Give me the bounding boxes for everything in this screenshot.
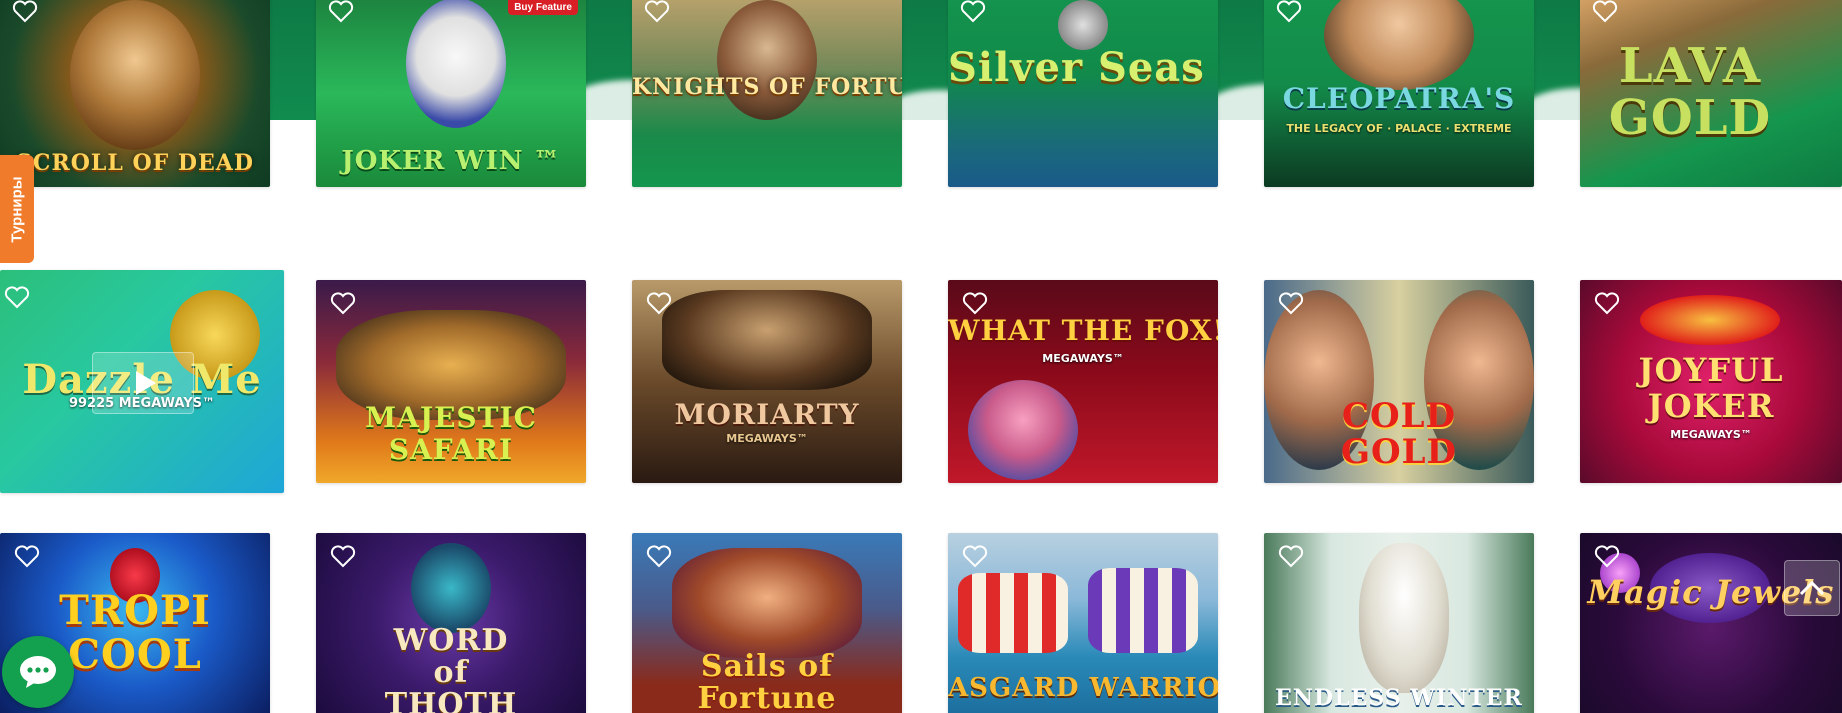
- favorite-heart-icon[interactable]: [962, 545, 988, 569]
- game-character: [406, 0, 506, 128]
- favorite-heart-icon[interactable]: [328, 0, 354, 24]
- chat-bubble-icon: [20, 656, 56, 688]
- chevron-up-icon: [1799, 580, 1825, 596]
- game-title: Silver Seas ™: [948, 44, 1218, 91]
- favorite-heart-icon[interactable]: [1278, 292, 1304, 316]
- game-title: Sails of Fortune: [697, 649, 837, 713]
- game-title: MAJESTIC SAFARI: [365, 401, 537, 466]
- game-jester-hat: [1640, 295, 1780, 345]
- game-title: WORD of THOTH: [384, 623, 518, 713]
- favorite-heart-icon[interactable]: [1278, 545, 1304, 569]
- favorite-heart-icon[interactable]: [4, 286, 30, 310]
- game-tile-silver-seas[interactable]: Silver Seas ™: [948, 0, 1218, 187]
- game-emblem: [1058, 0, 1108, 50]
- game-subtitle: MEGAWAYS™: [1042, 352, 1124, 365]
- game-title: JOKER WIN ™: [341, 146, 561, 176]
- game-polar-bear: [1359, 543, 1449, 693]
- play-button[interactable]: [92, 351, 194, 414]
- game-tile-sails-of-fortune[interactable]: Sails of Fortune: [632, 533, 902, 713]
- scroll-to-top-button[interactable]: [1784, 560, 1840, 616]
- game-pirate-characters: [672, 548, 862, 658]
- favorite-heart-icon[interactable]: [646, 292, 672, 316]
- game-tile-lava-gold[interactable]: LAVA GOLD: [1580, 0, 1842, 187]
- favorite-heart-icon[interactable]: [12, 0, 38, 24]
- favorite-heart-icon[interactable]: [646, 545, 672, 569]
- game-subtitle: MEGAWAYS™: [1670, 428, 1752, 441]
- favorite-heart-icon[interactable]: [1594, 545, 1620, 569]
- game-tile-majestic-safari[interactable]: MAJESTIC SAFARI: [316, 280, 586, 483]
- game-tile-moriarty-megaways[interactable]: MORIARTY MEGAWAYS™: [632, 280, 902, 483]
- game-tile-cold-gold[interactable]: COLD GOLD: [1264, 280, 1534, 483]
- games-page: SCROLL OF DEAD Buy Feature JOKER WIN ™ K…: [0, 0, 1842, 713]
- favorite-heart-icon[interactable]: [962, 292, 988, 316]
- game-character: [70, 0, 200, 150]
- game-title: ASGARD WARRIORS: [948, 673, 1218, 703]
- game-title: MORIARTY: [674, 398, 860, 431]
- game-tile-joker-win[interactable]: Buy Feature JOKER WIN ™: [316, 0, 586, 187]
- game-tile-what-the-fox[interactable]: WHAT THE FOX! MEGAWAYS™: [948, 280, 1218, 483]
- play-icon: [136, 370, 156, 395]
- favorite-heart-icon[interactable]: [1594, 292, 1620, 316]
- favorite-heart-icon[interactable]: [960, 0, 986, 24]
- favorite-heart-icon[interactable]: [1276, 0, 1302, 24]
- favorite-heart-icon[interactable]: [644, 0, 670, 24]
- game-characters: [662, 290, 872, 390]
- game-subtitle: THE LEGACY OF · PALACE · EXTREME: [1286, 122, 1512, 135]
- game-ibis-emblem: [411, 543, 491, 633]
- game-title: ENDLESS WINTER: [1275, 685, 1523, 711]
- game-tile-word-of-thoth[interactable]: WORD of THOTH: [316, 533, 586, 713]
- favorite-heart-icon[interactable]: [330, 545, 356, 569]
- game-tile-knights-of-fortune[interactable]: KNIGHTS OF FORTUNE: [632, 0, 902, 187]
- game-tile-joyful-joker[interactable]: JOYFUL JOKER MEGAWAYS™: [1580, 280, 1842, 483]
- tournaments-tab[interactable]: Турниры: [0, 155, 34, 263]
- game-longship-left: [958, 573, 1068, 653]
- favorite-heart-icon[interactable]: [1592, 0, 1618, 24]
- tournaments-tab-label: Турниры: [8, 175, 26, 243]
- game-tile-asgard-warriors[interactable]: ASGARD WARRIORS: [948, 533, 1218, 713]
- game-longship-right: [1088, 568, 1198, 653]
- game-title: WHAT THE FOX!: [948, 314, 1218, 347]
- game-title: KNIGHTS OF FORTUNE: [632, 74, 902, 100]
- game-tile-scroll-of-dead[interactable]: SCROLL OF DEAD: [0, 0, 270, 187]
- game-title: COLD GOLD: [1340, 396, 1458, 472]
- game-subtitle: MEGAWAYS™: [726, 432, 808, 445]
- game-character: [717, 0, 817, 120]
- game-tile-endless-winter[interactable]: ENDLESS WINTER: [1264, 533, 1534, 713]
- favorite-heart-icon[interactable]: [14, 545, 40, 569]
- game-title: LAVA GOLD: [1608, 38, 1772, 146]
- game-title: SCROLL OF DEAD: [16, 150, 254, 176]
- live-chat-button[interactable]: [2, 636, 74, 708]
- header-band: [0, 0, 1842, 144]
- game-title: JOYFUL JOKER: [1638, 351, 1784, 425]
- game-tile-dazzle-me[interactable]: Dazzle Me 99225 MEGAWAYS™: [0, 270, 284, 493]
- buy-feature-badge: Buy Feature: [508, 0, 578, 15]
- favorite-heart-icon[interactable]: [330, 292, 356, 316]
- game-tile-cleopatras-palace-extreme[interactable]: CLEOPATRA'S THE LEGACY OF · PALACE · EXT…: [1264, 0, 1534, 187]
- game-title: CLEOPATRA'S: [1282, 82, 1516, 115]
- game-character: [968, 380, 1078, 480]
